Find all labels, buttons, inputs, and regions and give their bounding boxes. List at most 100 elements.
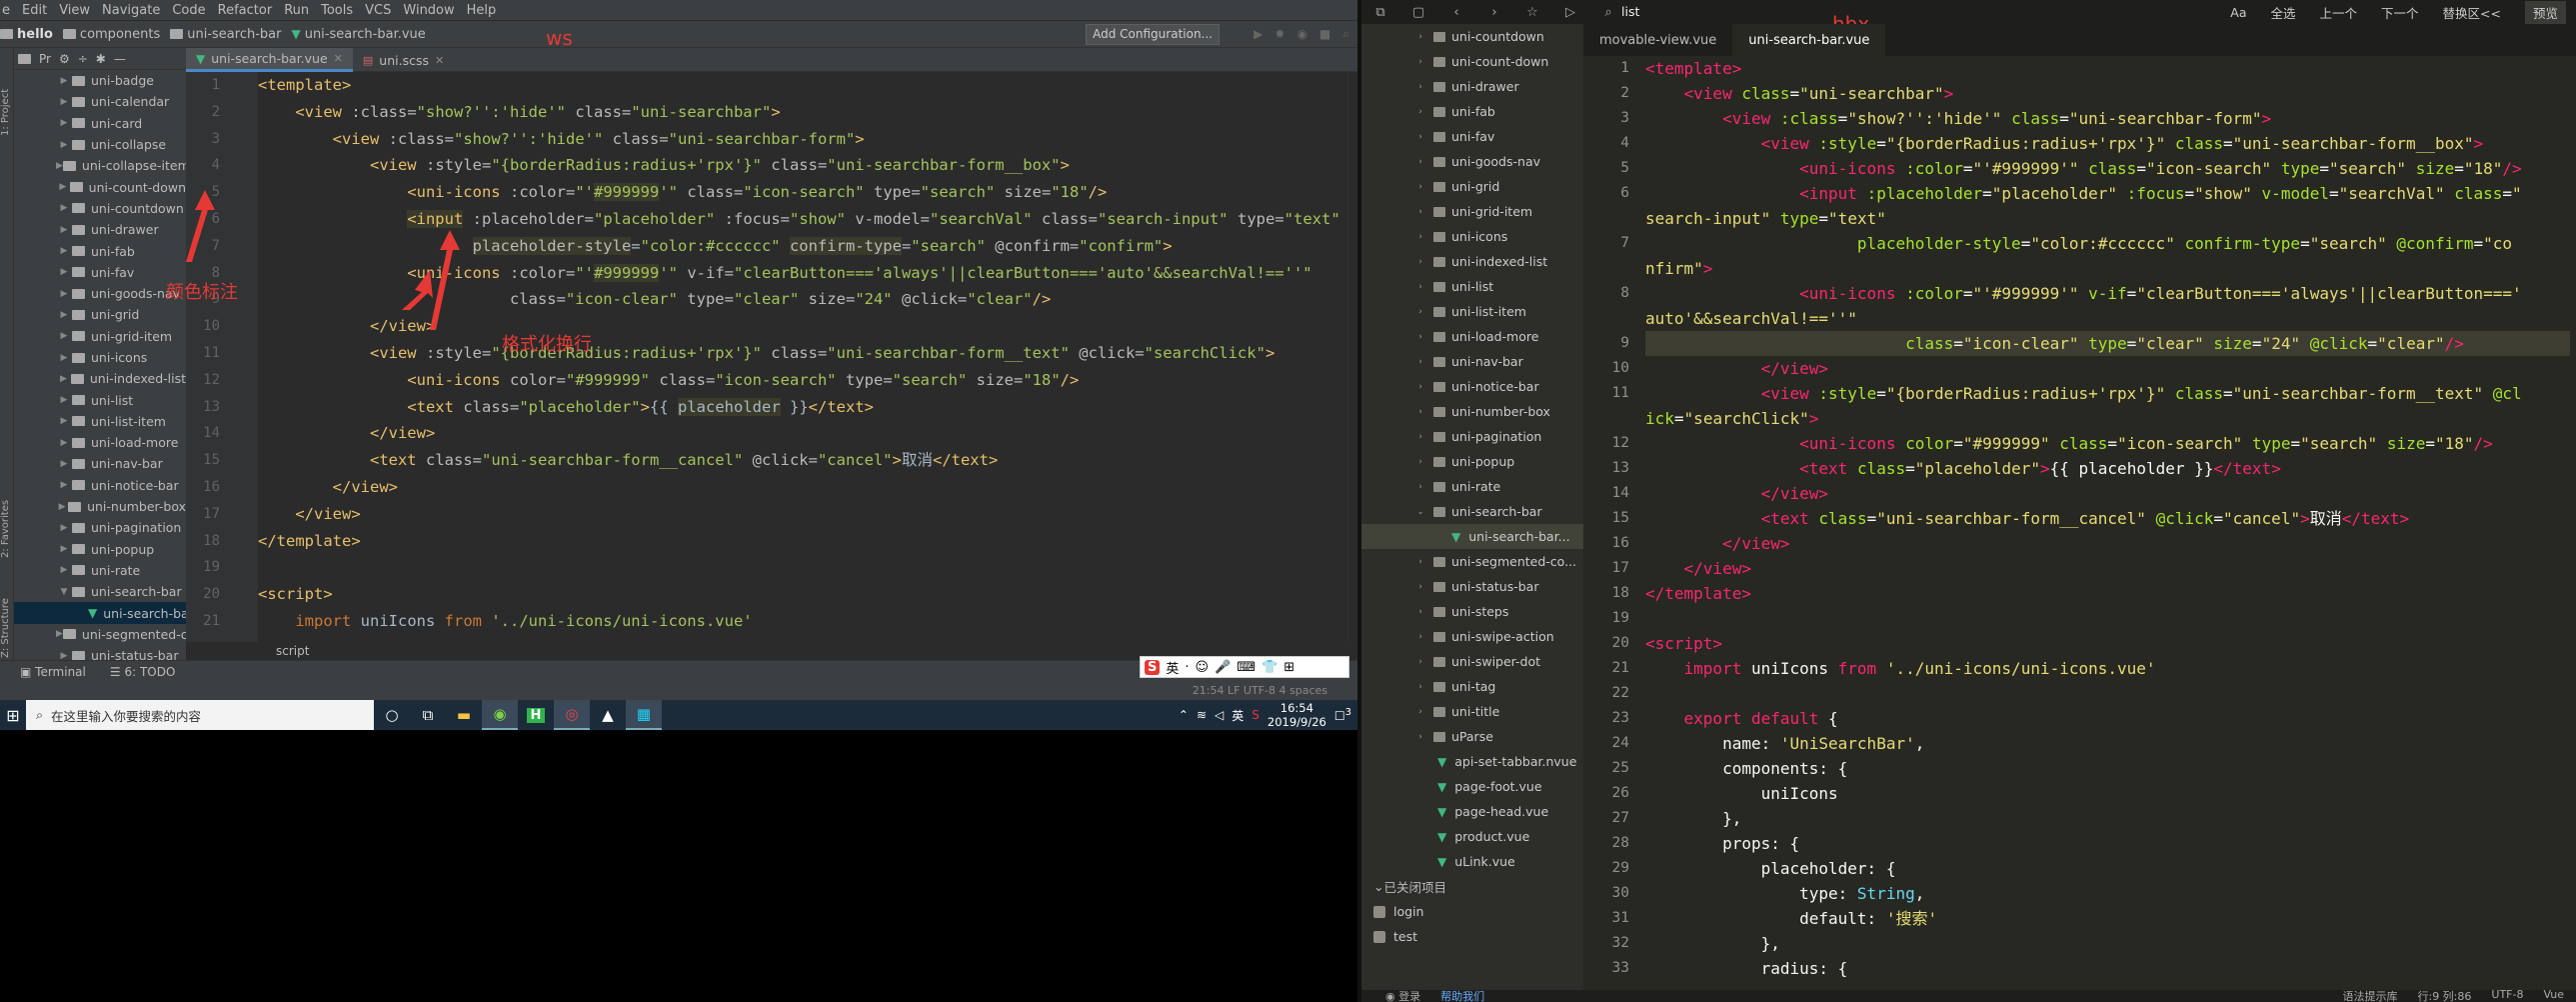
- closed-project-item[interactable]: test: [1361, 924, 1583, 949]
- expand-arrow-icon[interactable]: ›: [1413, 157, 1427, 167]
- expand-arrow-icon[interactable]: ▶: [56, 651, 72, 660]
- hbx-tree-item[interactable]: › uni-status-bar: [1361, 574, 1583, 599]
- wifi-icon[interactable]: ≋: [1197, 708, 1207, 722]
- menu-edit[interactable]: Edit: [22, 3, 47, 18]
- hbx-tree-item[interactable]: › uni-swiper-dot: [1361, 649, 1583, 674]
- stop-icon[interactable]: ■: [1319, 27, 1330, 42]
- tree-item[interactable]: ▶ uni-collapse: [14, 134, 186, 155]
- hbx-tree-item[interactable]: › uni-swipe-action: [1361, 624, 1583, 649]
- tray-chevron-icon[interactable]: ⌃: [1179, 708, 1189, 722]
- ime-punct[interactable]: ·: [1185, 660, 1189, 675]
- expand-arrow-icon[interactable]: ▶: [56, 289, 72, 299]
- hide-icon[interactable]: —: [114, 52, 126, 66]
- login-link[interactable]: ◉ 登录: [1385, 988, 1420, 1002]
- menu-view[interactable]: View: [59, 3, 90, 18]
- expand-arrow-icon[interactable]: ▶: [56, 480, 72, 490]
- task-view-icon[interactable]: ⧉: [410, 700, 446, 730]
- expand-arrow-icon[interactable]: ›: [1413, 732, 1427, 742]
- prev-match-button[interactable]: 上一个: [2320, 3, 2358, 22]
- hbx-tree-item[interactable]: › uni-notice-bar: [1361, 374, 1583, 399]
- expand-arrow-icon[interactable]: ›: [1413, 282, 1427, 292]
- coverage-icon[interactable]: ◉: [1296, 27, 1306, 42]
- tree-item[interactable]: ▶ uni-collapse-item: [14, 155, 186, 176]
- ime-skin-icon[interactable]: 👕: [1262, 660, 1278, 675]
- menu-refactor[interactable]: Refactor: [218, 3, 273, 18]
- closed-project-item[interactable]: login: [1361, 899, 1583, 924]
- expand-arrow-icon[interactable]: ▶: [56, 225, 72, 235]
- hbx-tree-item[interactable]: › uni-title: [1361, 699, 1583, 724]
- clock[interactable]: 16:54 2019/9/26: [1268, 701, 1326, 729]
- tree-item[interactable]: ▶ uni-notice-bar: [14, 475, 186, 496]
- hbx-tree-item[interactable]: › uni-number-box: [1361, 399, 1583, 424]
- todo-tab[interactable]: ☰ 6: TODO: [110, 665, 176, 679]
- ime-keyboard-icon[interactable]: ⌨: [1237, 660, 1256, 675]
- project-tool-tab[interactable]: 1: Project: [0, 56, 14, 136]
- expand-arrow-icon[interactable]: ▶: [56, 395, 72, 405]
- expand-arrow-icon[interactable]: ›: [1413, 107, 1427, 117]
- ime-mic-icon[interactable]: 🎤: [1215, 660, 1231, 675]
- replace-toggle-button[interactable]: 替换区<<: [2443, 3, 2501, 22]
- expand-arrow-icon[interactable]: ▶: [56, 140, 72, 150]
- ime-tools-icon[interactable]: ⊞: [1284, 660, 1294, 675]
- menu-window[interactable]: Window: [403, 3, 454, 18]
- expand-arrow-icon[interactable]: ›: [1413, 332, 1427, 342]
- expand-arrow-icon[interactable]: ›: [1413, 32, 1427, 42]
- run-icon[interactable]: ▷: [1551, 5, 1589, 20]
- sogou-icon[interactable]: S: [1145, 659, 1161, 675]
- menu-code[interactable]: Code: [172, 3, 205, 18]
- hbx-tree-item[interactable]: › uParse: [1361, 724, 1583, 749]
- expand-arrow-icon[interactable]: ▶: [56, 459, 72, 469]
- breadcrumb-folder[interactable]: uni-search-bar: [170, 27, 281, 42]
- tree-item[interactable]: ▶ uni-badge: [14, 70, 186, 91]
- expand-arrow-icon[interactable]: ›: [1413, 132, 1427, 142]
- settings-icon[interactable]: ✱: [96, 52, 106, 66]
- hbx-find-input[interactable]: list: [1621, 3, 1921, 21]
- tree-item[interactable]: ▶ uni-list: [14, 389, 186, 410]
- tree-item[interactable]: ▶ uni-popup: [14, 539, 186, 560]
- expand-arrow-icon[interactable]: ▼: [56, 587, 72, 597]
- preview-button[interactable]: 预览: [2524, 0, 2566, 24]
- breadcrumb-file[interactable]: ▼ uni-search-bar.vue: [291, 27, 425, 42]
- hbx-tree-item[interactable]: › uni-grid-item: [1361, 199, 1583, 224]
- tab-uni-search-bar-vue[interactable]: ▼ uni-search-bar.vue ✕: [186, 48, 353, 72]
- close-icon[interactable]: ✕: [435, 54, 444, 67]
- help-us-link[interactable]: 帮助我们: [1440, 988, 1484, 1002]
- favorites-tool-tab[interactable]: 2: Favorites: [0, 468, 14, 558]
- expand-arrow-icon[interactable]: ▶: [56, 310, 72, 320]
- hbuilderx-icon[interactable]: H: [518, 700, 554, 730]
- tree-item[interactable]: ▶ uni-status-bar: [14, 645, 186, 660]
- expand-arrow-icon[interactable]: ›: [1413, 457, 1427, 467]
- tree-item[interactable]: ▶ uni-calendar: [14, 91, 186, 112]
- back-icon[interactable]: ‹: [1437, 5, 1475, 20]
- sogou-tray-icon[interactable]: S: [1252, 708, 1260, 722]
- tree-item[interactable]: ▶ uni-rate: [14, 560, 186, 581]
- photos-icon[interactable]: ▲: [590, 700, 626, 730]
- tree-item[interactable]: ▼ uni-search-bar: [14, 581, 186, 602]
- hbx-tree-item[interactable]: › uni-fav: [1361, 124, 1583, 149]
- hbx-tree-item[interactable]: › uni-steps: [1361, 599, 1583, 624]
- expand-arrow-icon[interactable]: ▶: [56, 502, 68, 512]
- expand-arrow-icon[interactable]: ⌄: [1413, 507, 1427, 517]
- tree-item[interactable]: ▶ uni-nav-bar: [14, 453, 186, 474]
- code-editor[interactable]: <template> <view :class="show?'':'hide'"…: [258, 72, 1347, 642]
- terminal-tab[interactable]: ▣ Terminal: [20, 665, 86, 679]
- expand-arrow-icon[interactable]: ›: [1413, 557, 1427, 567]
- cursor-position[interactable]: 行:9 列:86: [2417, 988, 2471, 1002]
- tree-item[interactable]: ▶ uni-list-item: [14, 411, 186, 432]
- save-icon[interactable]: ▢: [1399, 5, 1437, 20]
- expand-arrow-icon[interactable]: ›: [1413, 82, 1427, 92]
- tree-item[interactable]: ▼ uni-search-ba: [14, 602, 186, 624]
- expand-arrow-icon[interactable]: ▶: [56, 161, 63, 171]
- expand-arrow-icon[interactable]: ▶: [56, 544, 72, 554]
- star-icon[interactable]: ☆: [1513, 5, 1551, 20]
- expand-arrow-icon[interactable]: ▶: [56, 246, 72, 256]
- menu-file[interactable]: e: [2, 3, 10, 18]
- tree-item[interactable]: ▶ uni-pagination: [14, 517, 186, 538]
- select-all-button[interactable]: 全选: [2270, 3, 2295, 22]
- tree-item[interactable]: ▶ uni-number-box: [14, 496, 186, 517]
- expand-arrow-icon[interactable]: ›: [1413, 307, 1427, 317]
- hbx-tree-item[interactable]: › uni-indexed-list: [1361, 249, 1583, 274]
- expand-arrow-icon[interactable]: ›: [1413, 357, 1427, 367]
- start-button[interactable]: ⊞: [0, 700, 26, 730]
- gear-icon[interactable]: ⚙: [59, 52, 70, 66]
